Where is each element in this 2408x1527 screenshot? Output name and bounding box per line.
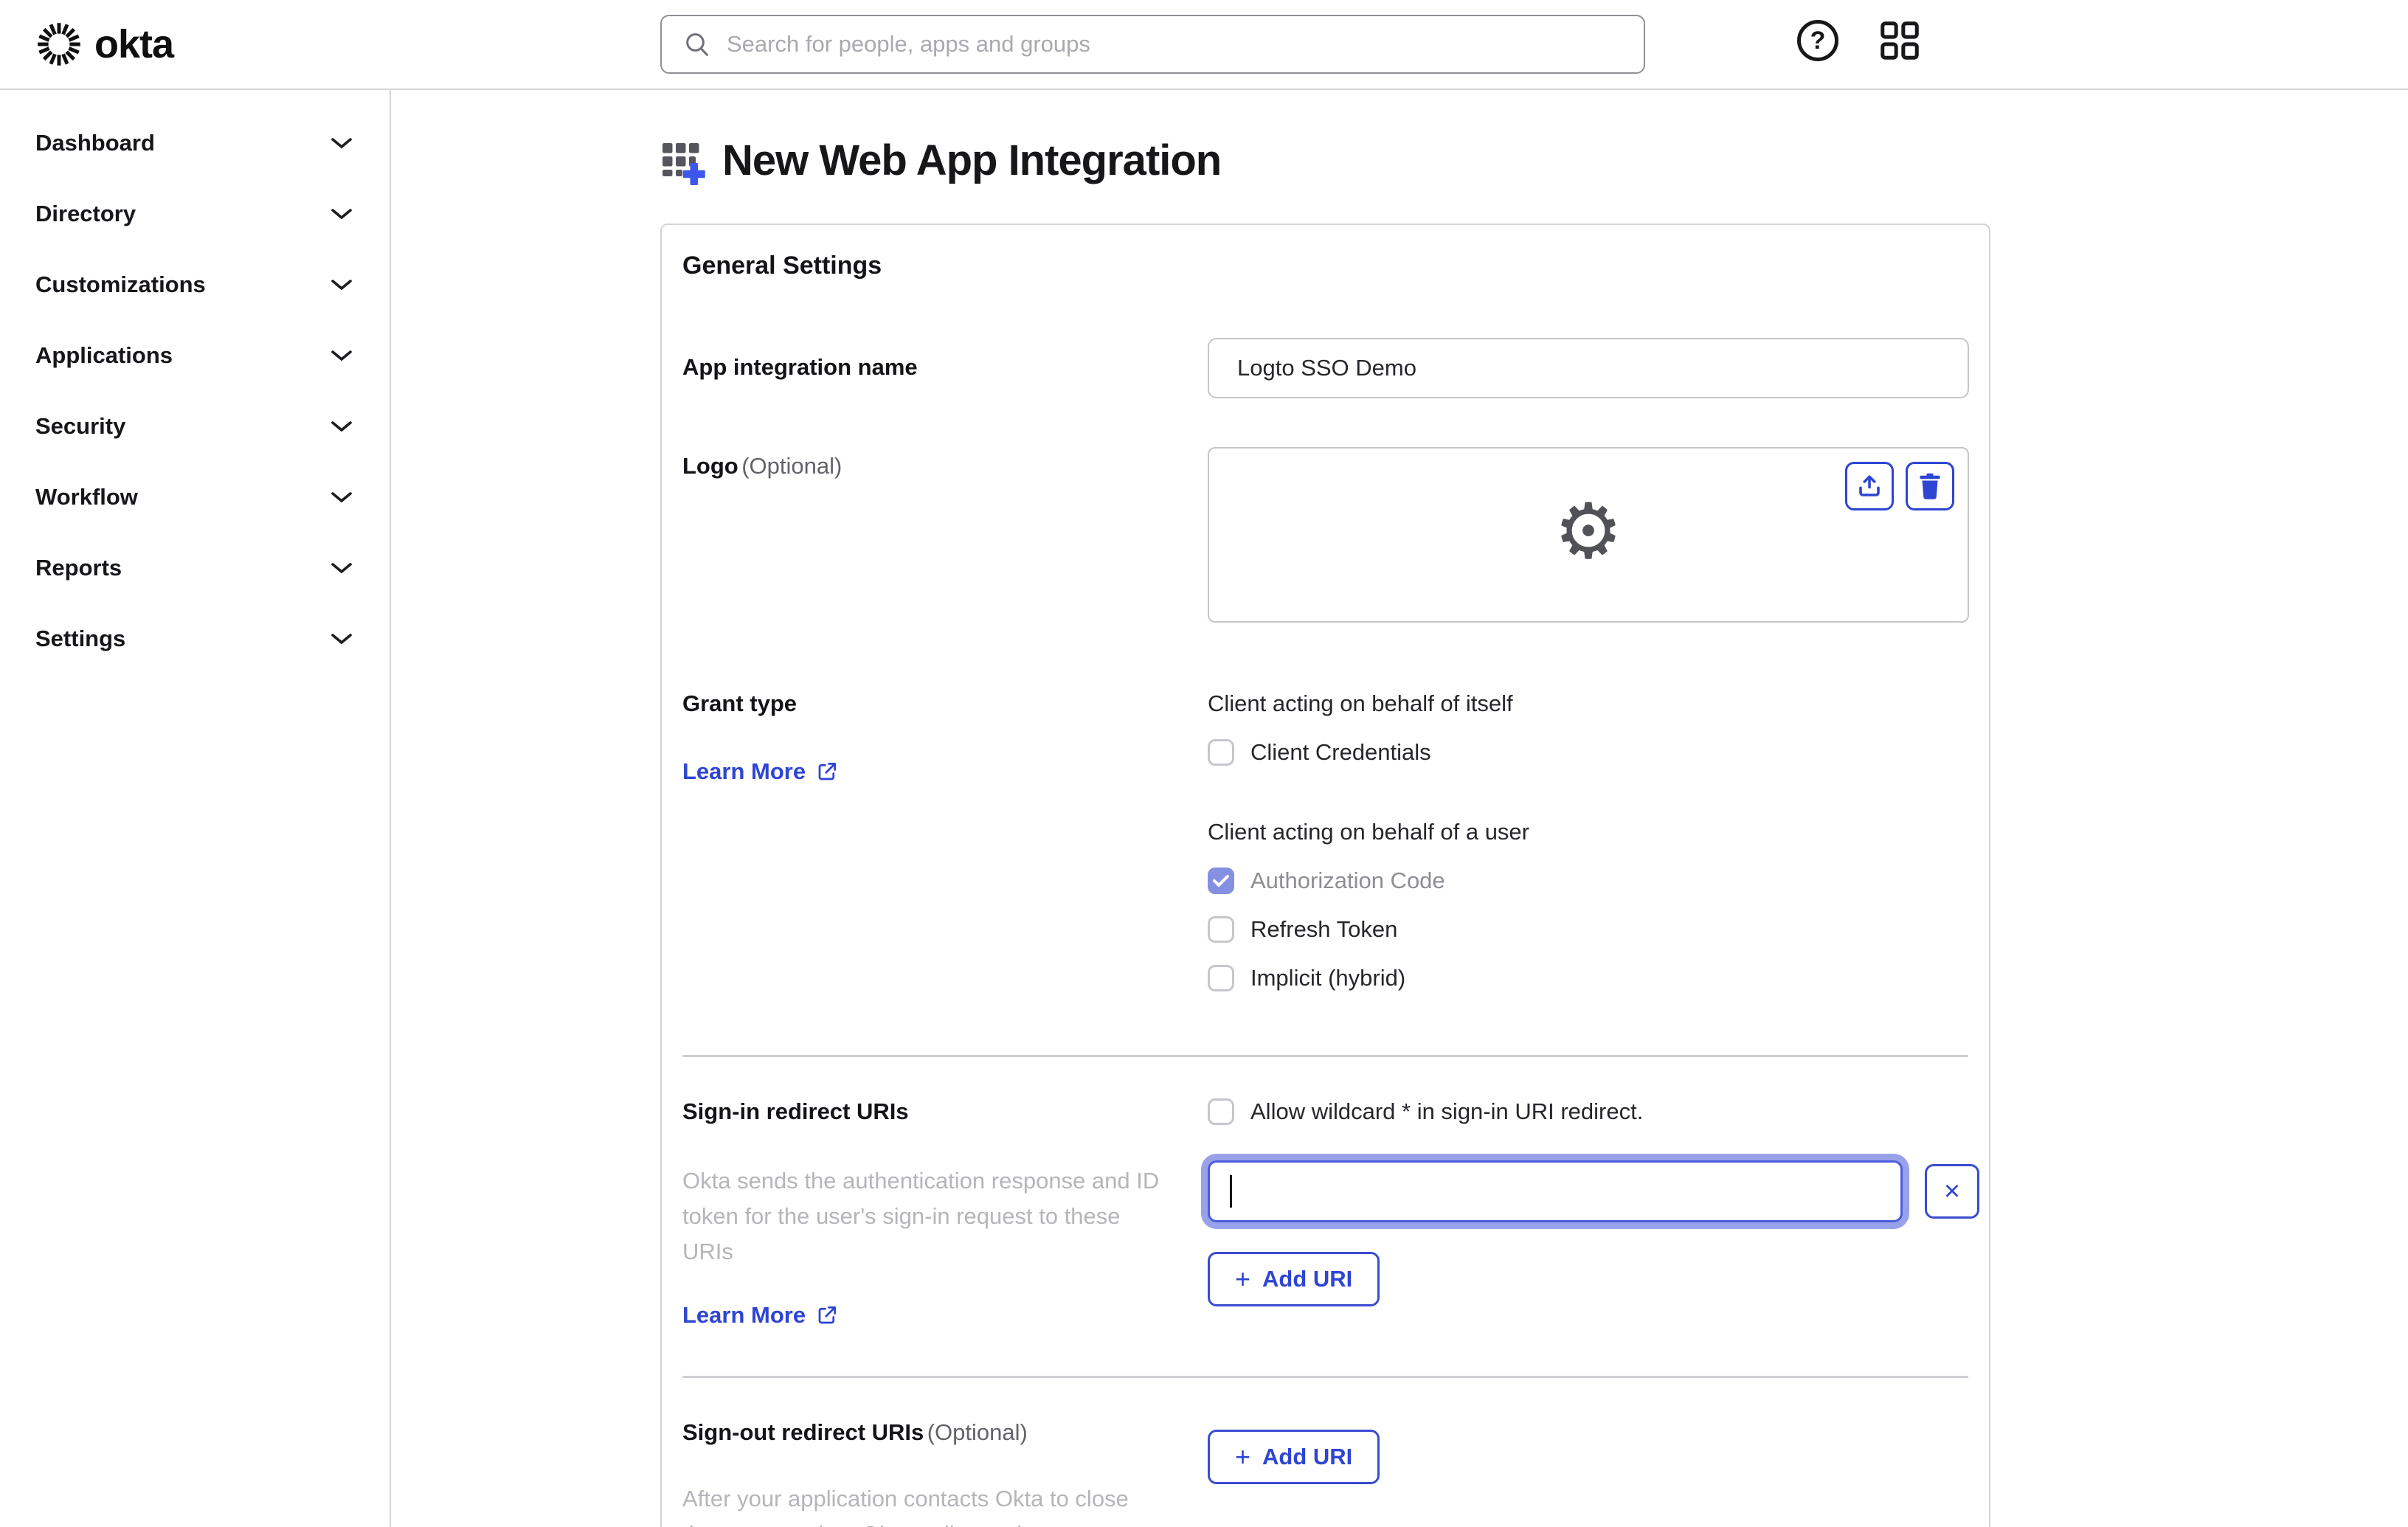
chevron-down-icon xyxy=(331,420,353,433)
external-link-icon xyxy=(818,1306,837,1324)
signout-optional-label: (Optional) xyxy=(927,1419,1028,1446)
text-caret xyxy=(1230,1175,1232,1208)
signin-uris-description: Okta sends the authentication response a… xyxy=(682,1168,1160,1265)
checkbox-box[interactable] xyxy=(1208,739,1234,766)
grant-group-self-label: Client acting on behalf of itself xyxy=(1208,690,1513,716)
signin-uris-label: Sign-in redirect URIs xyxy=(682,1098,909,1124)
learn-more-label: Learn More xyxy=(682,1302,806,1329)
sidebar-item-label: Reports xyxy=(35,555,122,581)
gear-icon: ⚙ xyxy=(1554,488,1623,575)
sidebar-item-label: Settings xyxy=(35,626,126,651)
grant-type-label: Grant type xyxy=(682,690,798,716)
sidebar-item-label: Customizations xyxy=(35,271,206,297)
checkbox-refresh-token[interactable]: Refresh Token xyxy=(1208,916,1968,943)
search-icon xyxy=(682,30,712,59)
topbar: okta ? xyxy=(0,0,2408,90)
sidebar-item-applications[interactable]: Applications xyxy=(0,320,390,391)
add-uri-label: Add URI xyxy=(1262,1444,1353,1470)
external-link-icon xyxy=(818,763,837,780)
apps-grid-icon[interactable] xyxy=(1877,18,1923,63)
checkbox-box[interactable] xyxy=(1208,965,1234,991)
sidebar-item-label: Directory xyxy=(35,201,136,226)
app-add-icon xyxy=(660,136,709,185)
plus-icon: + xyxy=(1235,1264,1251,1294)
app-name-row: App integration name xyxy=(662,338,1989,398)
sidebar-item-directory[interactable]: Directory xyxy=(0,179,390,249)
app-name-label: App integration name xyxy=(682,354,918,380)
grant-group-user-label: Client acting on behalf of a user xyxy=(1208,819,1529,845)
chevron-down-icon xyxy=(331,561,353,575)
logo-row: Logo (Optional) ⚙ xyxy=(662,447,1989,623)
remove-uri-button[interactable]: × xyxy=(1925,1164,1979,1219)
okta-logo[interactable]: okta xyxy=(35,0,174,89)
signout-uris-description: After your application contacts Okta to … xyxy=(682,1486,1129,1527)
grant-type-row: Grant type Learn More Client acting on b… xyxy=(662,690,1989,991)
checkbox-box[interactable] xyxy=(1208,868,1234,894)
general-settings-heading: General Settings xyxy=(682,252,882,280)
checkbox-box[interactable] xyxy=(1208,1098,1234,1125)
search-input[interactable] xyxy=(727,16,1644,72)
signin-add-uri-button[interactable]: + Add URI xyxy=(1208,1252,1380,1306)
chevron-down-icon xyxy=(331,632,353,645)
checkbox-client-credentials[interactable]: Client Credentials xyxy=(1208,739,1968,766)
okta-sunburst-icon xyxy=(35,21,83,68)
sidebar-item-settings[interactable]: Settings xyxy=(0,603,390,674)
section-divider xyxy=(682,1376,1968,1379)
section-divider xyxy=(682,1055,1968,1057)
logo-label: Logo xyxy=(682,453,738,479)
sidebar-item-reports[interactable]: Reports xyxy=(0,533,390,603)
sidebar: Dashboard Directory Customizations Appli… xyxy=(0,90,391,1527)
add-uri-label: Add URI xyxy=(1262,1266,1353,1292)
signout-add-uri-button[interactable]: + Add URI xyxy=(1208,1430,1380,1485)
checkbox-box[interactable] xyxy=(1208,916,1234,943)
plus-icon: + xyxy=(1235,1441,1251,1472)
chevron-down-icon xyxy=(331,136,353,150)
check-icon xyxy=(1213,875,1229,887)
global-search xyxy=(660,15,1645,74)
signin-uris-row: Sign-in redirect URIs Okta sends the aut… xyxy=(662,1098,1989,1329)
sidebar-item-security[interactable]: Security xyxy=(0,391,390,462)
sidebar-item-workflow[interactable]: Workflow xyxy=(0,462,390,533)
learn-more-label: Learn More xyxy=(682,758,806,784)
chevron-down-icon xyxy=(331,349,353,362)
wildcard-label: Allow wildcard * in sign-in URI redirect… xyxy=(1250,1098,1644,1124)
help-icon[interactable]: ? xyxy=(1797,20,1838,61)
logo-optional-label: (Optional) xyxy=(741,453,843,479)
brand-name: okta xyxy=(94,22,174,66)
checkbox-label: Refresh Token xyxy=(1250,916,1398,942)
delete-logo-button[interactable] xyxy=(1906,462,1954,510)
sidebar-item-dashboard[interactable]: Dashboard xyxy=(0,108,390,179)
signin-learn-more-link[interactable]: Learn More xyxy=(682,1302,838,1329)
checkbox-authorization-code[interactable]: Authorization Code xyxy=(1208,868,1968,894)
grant-learn-more-link[interactable]: Learn More xyxy=(682,758,838,785)
page-title: New Web App Integration xyxy=(722,136,1222,184)
signout-uris-label: Sign-out redirect URIs xyxy=(682,1419,924,1446)
general-settings-card: General Settings App integration name Lo… xyxy=(660,224,1990,1527)
chevron-down-icon xyxy=(331,491,353,504)
upload-logo-button[interactable] xyxy=(1845,462,1894,510)
sidebar-item-label: Dashboard xyxy=(35,130,155,156)
logo-preview-box: ⚙ xyxy=(1208,447,1969,623)
checkbox-label: Authorization Code xyxy=(1250,868,1445,893)
chevron-down-icon xyxy=(331,207,353,221)
checkbox-label: Client Credentials xyxy=(1250,739,1431,765)
app-name-input[interactable] xyxy=(1208,338,1969,398)
signin-uri-input[interactable] xyxy=(1208,1160,1903,1222)
main-content: New Web App Integration General Settings… xyxy=(391,90,2408,1527)
sidebar-item-customizations[interactable]: Customizations xyxy=(0,249,390,320)
checkbox-label: Implicit (hybrid) xyxy=(1250,965,1406,991)
wildcard-checkbox-row[interactable]: Allow wildcard * in sign-in URI redirect… xyxy=(1208,1098,1979,1125)
signout-uris-row: Sign-out redirect URIs (Optional) After … xyxy=(662,1419,1989,1527)
chevron-down-icon xyxy=(331,278,353,291)
sidebar-item-label: Applications xyxy=(35,342,173,368)
sidebar-item-label: Security xyxy=(35,413,126,439)
checkbox-implicit-hybrid[interactable]: Implicit (hybrid) xyxy=(1208,965,1968,991)
sidebar-item-label: Workflow xyxy=(35,484,138,510)
